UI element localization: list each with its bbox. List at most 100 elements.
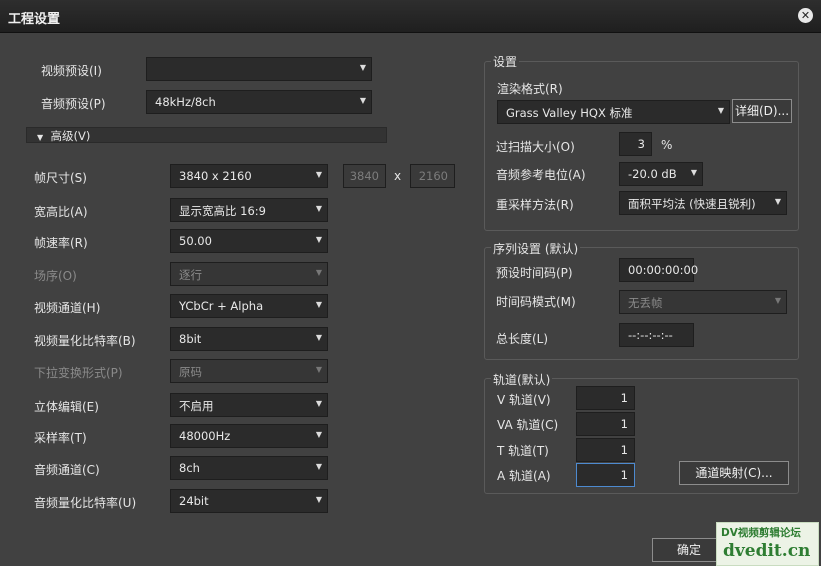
field-order-value: 逐行: [179, 268, 202, 282]
title-bar: 工程设置 ✕: [0, 0, 821, 33]
chevron-down-icon: ▼: [315, 365, 322, 374]
channel-map-button[interactable]: 通道映射(C)...: [679, 461, 789, 485]
chevron-down-icon: ▼: [774, 197, 781, 206]
field-order-label: 场序(O): [34, 269, 77, 283]
chevron-down-icon: ▼: [315, 300, 322, 309]
resample-value: 面积平均法 (快速且锐利): [628, 197, 756, 211]
sequence-group-title: 序列设置 (默认): [491, 240, 581, 257]
audio-preset-dropdown[interactable]: 48kHz/8ch ▼: [146, 90, 372, 114]
video-channel-label: 视频通道(H): [34, 301, 101, 315]
settings-group-title: 设置: [491, 53, 520, 70]
pulldown-dropdown[interactable]: 原码 ▼: [170, 359, 328, 383]
video-bitdepth-label: 视频量化比特率(B): [34, 334, 136, 348]
render-format-dropdown[interactable]: Grass Valley HQX 标准 ▼: [497, 100, 730, 124]
advanced-toggle[interactable]: ▼ 高级(V): [26, 127, 387, 143]
pulldown-value: 原码: [179, 365, 202, 379]
samplerate-dropdown[interactable]: 48000Hz ▼: [170, 424, 328, 448]
tc-mode-dropdown[interactable]: 无丢帧 ▼: [619, 290, 787, 314]
frame-size-label: 帧尺寸(S): [34, 171, 87, 185]
close-icon[interactable]: ✕: [798, 8, 813, 23]
frame-x-label: x: [394, 169, 402, 183]
t-track-input[interactable]: 1: [576, 438, 635, 462]
chevron-down-icon: ▼: [774, 296, 781, 305]
length-input[interactable]: --:--:--:--: [619, 323, 694, 347]
framerate-value: 50.00: [179, 234, 212, 248]
v-track-input[interactable]: 1: [576, 386, 635, 410]
chevron-down-icon: ▼: [315, 235, 322, 244]
chevron-down-icon: ▼: [690, 168, 697, 177]
chevron-down-icon: ▼: [315, 204, 322, 213]
stereo-value: 不启用: [179, 399, 214, 413]
tc-mode-value: 无丢帧: [628, 296, 663, 310]
chevron-down-icon: ▼: [315, 495, 322, 504]
framerate-label: 帧速率(R): [34, 236, 88, 250]
video-bitdepth-value: 8bit: [179, 332, 202, 346]
audio-preset-value: 48kHz/8ch: [155, 95, 216, 109]
aspect-value: 显示宽高比 16:9: [179, 204, 266, 218]
video-channel-dropdown[interactable]: YCbCr + Alpha ▼: [170, 294, 328, 318]
aspect-label: 宽高比(A): [34, 205, 88, 219]
v-track-label: V 轨道(V): [497, 393, 551, 407]
overscan-label: 过扫描大小(O): [496, 140, 575, 154]
chevron-down-icon: ▼: [315, 430, 322, 439]
a-track-label: A 轨道(A): [497, 469, 551, 483]
resample-label: 重采样方法(R): [496, 198, 574, 212]
chevron-down-icon: ▼: [717, 106, 724, 115]
triangle-down-icon: ▼: [37, 133, 44, 142]
video-channel-value: YCbCr + Alpha: [179, 299, 264, 313]
chevron-down-icon: ▼: [359, 63, 366, 72]
render-format-label: 渲染格式(R): [497, 82, 563, 96]
stereo-label: 立体编辑(E): [34, 400, 99, 414]
audio-bitdepth-dropdown[interactable]: 24bit ▼: [170, 489, 328, 513]
samplerate-value: 48000Hz: [179, 429, 231, 443]
tracks-group-title: 轨道(默认): [491, 371, 553, 388]
tc-mode-label: 时间码模式(M): [496, 295, 576, 309]
frame-width-input[interactable]: 3840: [343, 164, 386, 188]
audio-ref-dropdown[interactable]: -20.0 dB ▼: [619, 162, 703, 186]
video-preset-dropdown[interactable]: ▼: [146, 57, 372, 81]
detail-button[interactable]: 详细(D)...: [732, 99, 792, 123]
framerate-dropdown[interactable]: 50.00 ▼: [170, 229, 328, 253]
render-format-value: Grass Valley HQX 标准: [506, 106, 633, 120]
chevron-down-icon: ▼: [315, 462, 322, 471]
pulldown-label: 下拉变换形式(P): [34, 366, 123, 380]
chevron-down-icon: ▼: [315, 399, 322, 408]
audio-channel-value: 8ch: [179, 461, 200, 475]
video-bitdepth-dropdown[interactable]: 8bit ▼: [170, 327, 328, 351]
frame-height-input[interactable]: 2160: [410, 164, 455, 188]
aspect-dropdown[interactable]: 显示宽高比 16:9 ▼: [170, 198, 328, 222]
frame-size-value: 3840 x 2160: [179, 169, 252, 183]
resample-dropdown[interactable]: 面积平均法 (快速且锐利) ▼: [619, 191, 787, 215]
chevron-down-icon: ▼: [359, 96, 366, 105]
field-order-dropdown[interactable]: 逐行 ▼: [170, 262, 328, 286]
timecode-label: 预设时间码(P): [496, 266, 573, 280]
overscan-unit: %: [661, 138, 673, 152]
overscan-input[interactable]: 3: [619, 132, 652, 156]
advanced-label: 高级(V): [50, 129, 91, 143]
chevron-down-icon: ▼: [315, 333, 322, 342]
stereo-dropdown[interactable]: 不启用 ▼: [170, 393, 328, 417]
va-track-label: VA 轨道(C): [497, 418, 559, 432]
va-track-input[interactable]: 1: [576, 412, 635, 436]
watermark-line2: dvedit.cn: [723, 541, 811, 561]
chevron-down-icon: ▼: [315, 170, 322, 179]
audio-bitdepth-label: 音频量化比特率(U): [34, 496, 137, 510]
audio-ref-label: 音频参考电位(A): [496, 168, 586, 182]
t-track-label: T 轨道(T): [497, 444, 549, 458]
audio-bitdepth-value: 24bit: [179, 494, 209, 508]
chevron-down-icon: ▼: [315, 268, 322, 277]
samplerate-label: 采样率(T): [34, 431, 87, 445]
watermark-line1: DV视频剪辑论坛: [721, 527, 801, 539]
length-label: 总长度(L): [496, 332, 549, 346]
audio-channel-label: 音频通道(C): [34, 463, 100, 477]
audio-channel-dropdown[interactable]: 8ch ▼: [170, 456, 328, 480]
frame-size-dropdown[interactable]: 3840 x 2160 ▼: [170, 164, 328, 188]
ok-button[interactable]: 确定: [652, 538, 726, 562]
audio-preset-label: 音频预设(P): [41, 97, 106, 111]
timecode-input[interactable]: 00:00:00:00: [619, 258, 698, 282]
watermark-logo: DV视频剪辑论坛 dvedit.cn: [716, 522, 819, 566]
a-track-input[interactable]: 1: [576, 463, 635, 487]
window-title: 工程设置: [8, 12, 61, 27]
audio-ref-value: -20.0 dB: [628, 167, 677, 181]
video-preset-label: 视频预设(I): [41, 64, 102, 78]
